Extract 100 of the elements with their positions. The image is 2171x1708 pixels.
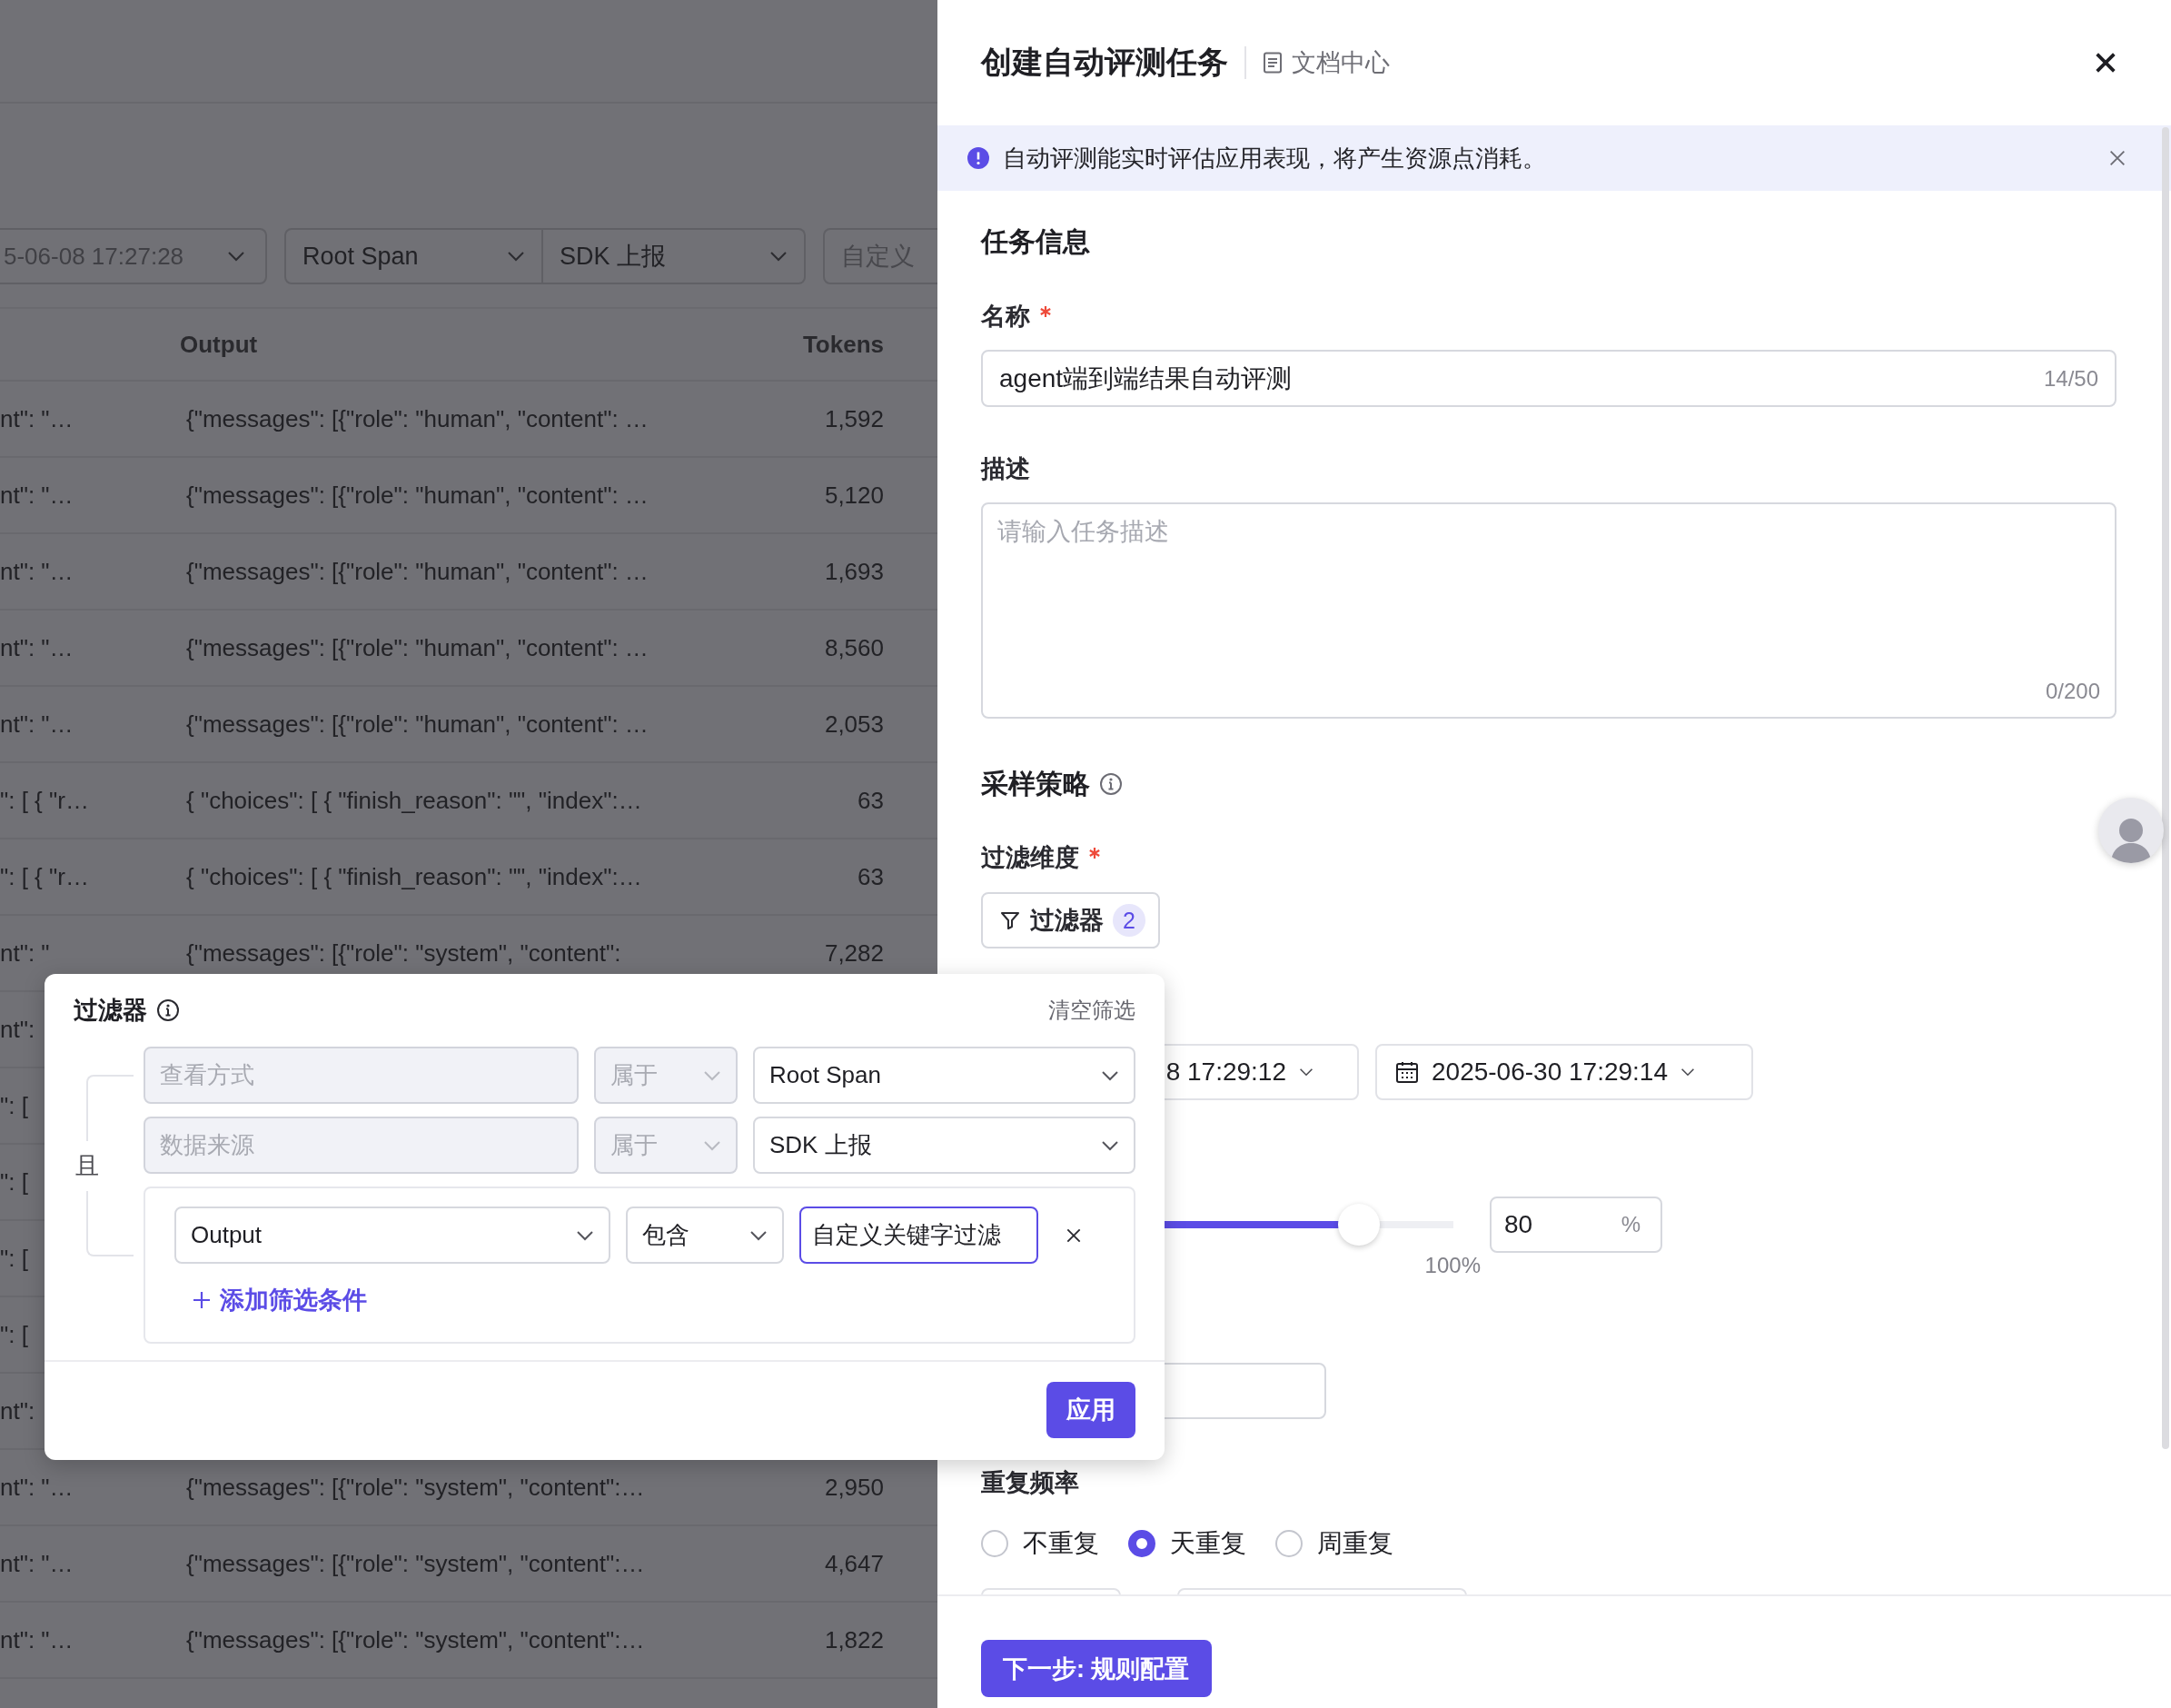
table-cell: nt": "… xyxy=(0,633,74,661)
filter-button[interactable]: 过滤器 2 xyxy=(981,892,1160,948)
add-condition-link[interactable]: 添加筛选条件 xyxy=(193,1284,367,1316)
calendar-icon xyxy=(1395,1060,1419,1084)
table-cell: {"messages": [{"role": "human", "content": … xyxy=(186,557,649,585)
apply-button[interactable]: 应用 xyxy=(1046,1382,1135,1438)
select-value: Root Span xyxy=(302,242,419,271)
caret-icon xyxy=(1101,1139,1119,1151)
table-cell: nt": xyxy=(0,1015,35,1043)
table-cell: { "choices": [ { "finish_reason": "", "index":… xyxy=(186,862,642,890)
radio-button[interactable] xyxy=(1275,1530,1303,1557)
table-cell: {"messages": [{"role": "system", "content":… xyxy=(186,1473,645,1501)
table-cell: 1,693 xyxy=(824,557,884,585)
select-value: SDK 上报 xyxy=(560,242,667,272)
drawer-title: 创建自动评测任务 xyxy=(981,44,1228,81)
table-cell: 1,822 xyxy=(824,1625,884,1653)
caret-icon xyxy=(703,1139,721,1151)
clear-filter-link[interactable]: 清空筛选 xyxy=(1048,996,1135,1025)
table-cell: 2,950 xyxy=(824,1473,884,1501)
table-cell: {"messages": [{"role": "human", "content": … xyxy=(186,710,649,738)
radio-button[interactable] xyxy=(1128,1530,1155,1557)
column-header: Tokens xyxy=(801,330,884,360)
alert-text: 自动评测能实时评估应用表现，将产生资源点消耗。 xyxy=(1003,143,1546,174)
caret-icon xyxy=(1680,1067,1695,1077)
table-cell: {"messages": [{"role": "human", "content": … xyxy=(186,481,649,509)
number-input[interactable]: 80 % xyxy=(1490,1197,1662,1253)
keyword-input[interactable]: 自定义关键字过滤 xyxy=(799,1207,1038,1264)
table-cell: nt": "… xyxy=(0,404,74,432)
radio-option[interactable]: 不重复 xyxy=(981,1526,1099,1561)
table-cell: 4,647 xyxy=(824,1549,884,1577)
caret-icon xyxy=(507,251,525,262)
table-cell: nt": "… xyxy=(0,1625,74,1653)
alert-icon xyxy=(967,146,990,170)
caret-icon xyxy=(769,251,788,262)
select-value: Output xyxy=(191,1221,263,1249)
table-cell: {"messages": [{"role": "system", "content":… xyxy=(186,1549,645,1577)
caret-icon xyxy=(576,1229,594,1241)
caret-icon xyxy=(227,251,245,262)
table-cell: ": [ xyxy=(0,1244,28,1272)
funnel-icon xyxy=(999,909,1021,931)
table-cell: ": [ xyxy=(0,1320,28,1348)
table-cell: nt": " xyxy=(0,938,50,967)
date-text: 8 17:29:12 xyxy=(1165,1058,1286,1087)
input-value: agent端到端结果自动评测 xyxy=(999,362,1293,394)
char-counter: 14/50 xyxy=(2043,365,2098,392)
table-cell: 8,560 xyxy=(824,633,884,661)
date-text: 2025-06-30 17:29:14 xyxy=(1432,1058,1668,1087)
caret-icon xyxy=(1299,1067,1314,1077)
table-cell: ": [ xyxy=(0,1091,28,1119)
caret-icon xyxy=(703,1069,721,1081)
radio-button[interactable] xyxy=(981,1530,1008,1557)
operator-select[interactable]: 包含 xyxy=(626,1207,784,1264)
scrollbar[interactable] xyxy=(2162,127,2169,1449)
section-title: 采样策略 xyxy=(981,768,1090,800)
table-cell: nt": xyxy=(0,1396,35,1425)
doc-link[interactable]: 文档中心 xyxy=(1263,46,1390,79)
table-cell: 5,120 xyxy=(824,481,884,509)
next-step-button[interactable]: 下一步: 规则配置 xyxy=(981,1640,1212,1697)
field-select: 查看方式 xyxy=(144,1047,579,1104)
field-label: 重复频率 xyxy=(981,1469,1079,1496)
table-cell: {"messages": [{"role": "system", "content":… xyxy=(186,1625,645,1653)
field-select[interactable]: Output xyxy=(174,1207,610,1264)
column-header: Output xyxy=(180,330,259,360)
slider-handle[interactable] xyxy=(1338,1204,1380,1246)
date-picker[interactable]: 2025-06-30 17:29:14 xyxy=(1375,1044,1753,1100)
table-cell: ": [ { "r… xyxy=(0,862,89,890)
placeholder-text: 请输入任务描述 xyxy=(997,517,1170,547)
info-icon xyxy=(1099,772,1123,796)
name-input[interactable]: agent端到端结果自动评测 14/50 xyxy=(981,350,2116,407)
select-value: SDK 上报 xyxy=(769,1130,872,1160)
char-counter: 0/200 xyxy=(2045,679,2100,704)
count-badge: 2 xyxy=(1113,904,1145,937)
radio-option[interactable]: 周重复 xyxy=(1275,1526,1393,1561)
info-icon xyxy=(156,998,180,1022)
table-cell: {"messages": [{"role": "human", "content": … xyxy=(186,633,649,661)
document-icon xyxy=(1263,52,1283,74)
table-cell: 63 xyxy=(857,786,884,814)
radio-option[interactable]: 天重复 xyxy=(1128,1526,1246,1561)
table-cell: nt": "… xyxy=(0,710,74,738)
table-cell: ": [ xyxy=(0,1167,28,1196)
table-cell: 7,282 xyxy=(824,938,884,967)
avatar-circle[interactable] xyxy=(2098,798,2164,863)
field-label: 过滤维度 xyxy=(981,844,1079,871)
popover-title: 过滤器 xyxy=(74,996,147,1026)
field-select: 数据来源 xyxy=(144,1117,579,1174)
field-label: 名称 xyxy=(981,303,1030,330)
table-cell: 2,053 xyxy=(824,710,884,738)
field-label: 描述 xyxy=(981,455,1030,482)
table-cell: 63 xyxy=(857,862,884,890)
table-cell: {"messages": [{"role": "system", "content": xyxy=(186,938,621,967)
table-cell: { "choices": [ { "finish_reason": "", "index":… xyxy=(186,786,642,814)
slider-max-label: 100% xyxy=(1424,1253,1481,1278)
select-value: 属于 xyxy=(610,1060,658,1090)
table-cell: nt": "… xyxy=(0,1473,74,1501)
plus-icon xyxy=(193,1291,211,1309)
select-value: Root Span xyxy=(769,1061,881,1089)
unit-label: % xyxy=(1621,1212,1641,1237)
table-cell: 1,592 xyxy=(824,404,884,432)
caret-icon xyxy=(1101,1069,1119,1081)
table-cell: nt": "… xyxy=(0,1549,74,1577)
